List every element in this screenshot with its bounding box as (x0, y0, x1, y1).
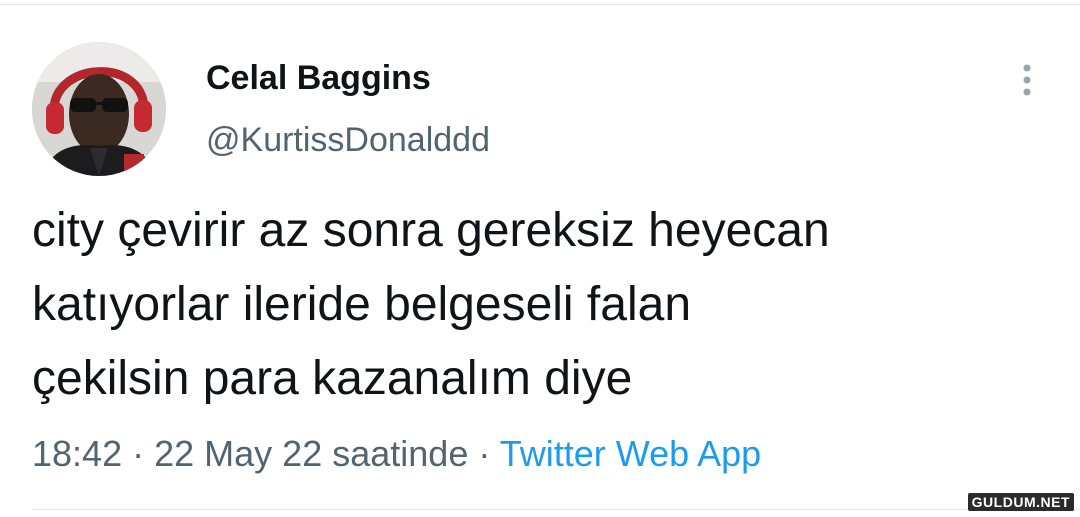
more-options-button[interactable] (1012, 60, 1042, 100)
author-handle[interactable]: @KurtissDonalddd (206, 120, 490, 160)
profile-avatar[interactable] (32, 42, 166, 176)
bottom-divider (32, 509, 1080, 510)
meta-separator: · (132, 433, 145, 474)
meta-separator-2: · (478, 433, 491, 474)
tweet-meta: 18:42 · 22 May 22 saatinde · Twitter Web… (32, 432, 761, 476)
watermark-logo: GULDUM.NET (967, 493, 1074, 511)
tweet-time[interactable]: 18:42 (32, 433, 122, 474)
tweet-text: city çevirir az sonra gereksiz heyecan k… (32, 204, 830, 405)
author-name[interactable]: Celal Baggins (206, 58, 431, 98)
tweet-date[interactable]: 22 May 22 saatinde (154, 433, 468, 474)
more-vertical-icon (1023, 64, 1031, 96)
top-divider (0, 4, 1080, 5)
avatar-photo-icon (32, 42, 166, 176)
tweet-source-link[interactable]: Twitter Web App (500, 433, 761, 474)
